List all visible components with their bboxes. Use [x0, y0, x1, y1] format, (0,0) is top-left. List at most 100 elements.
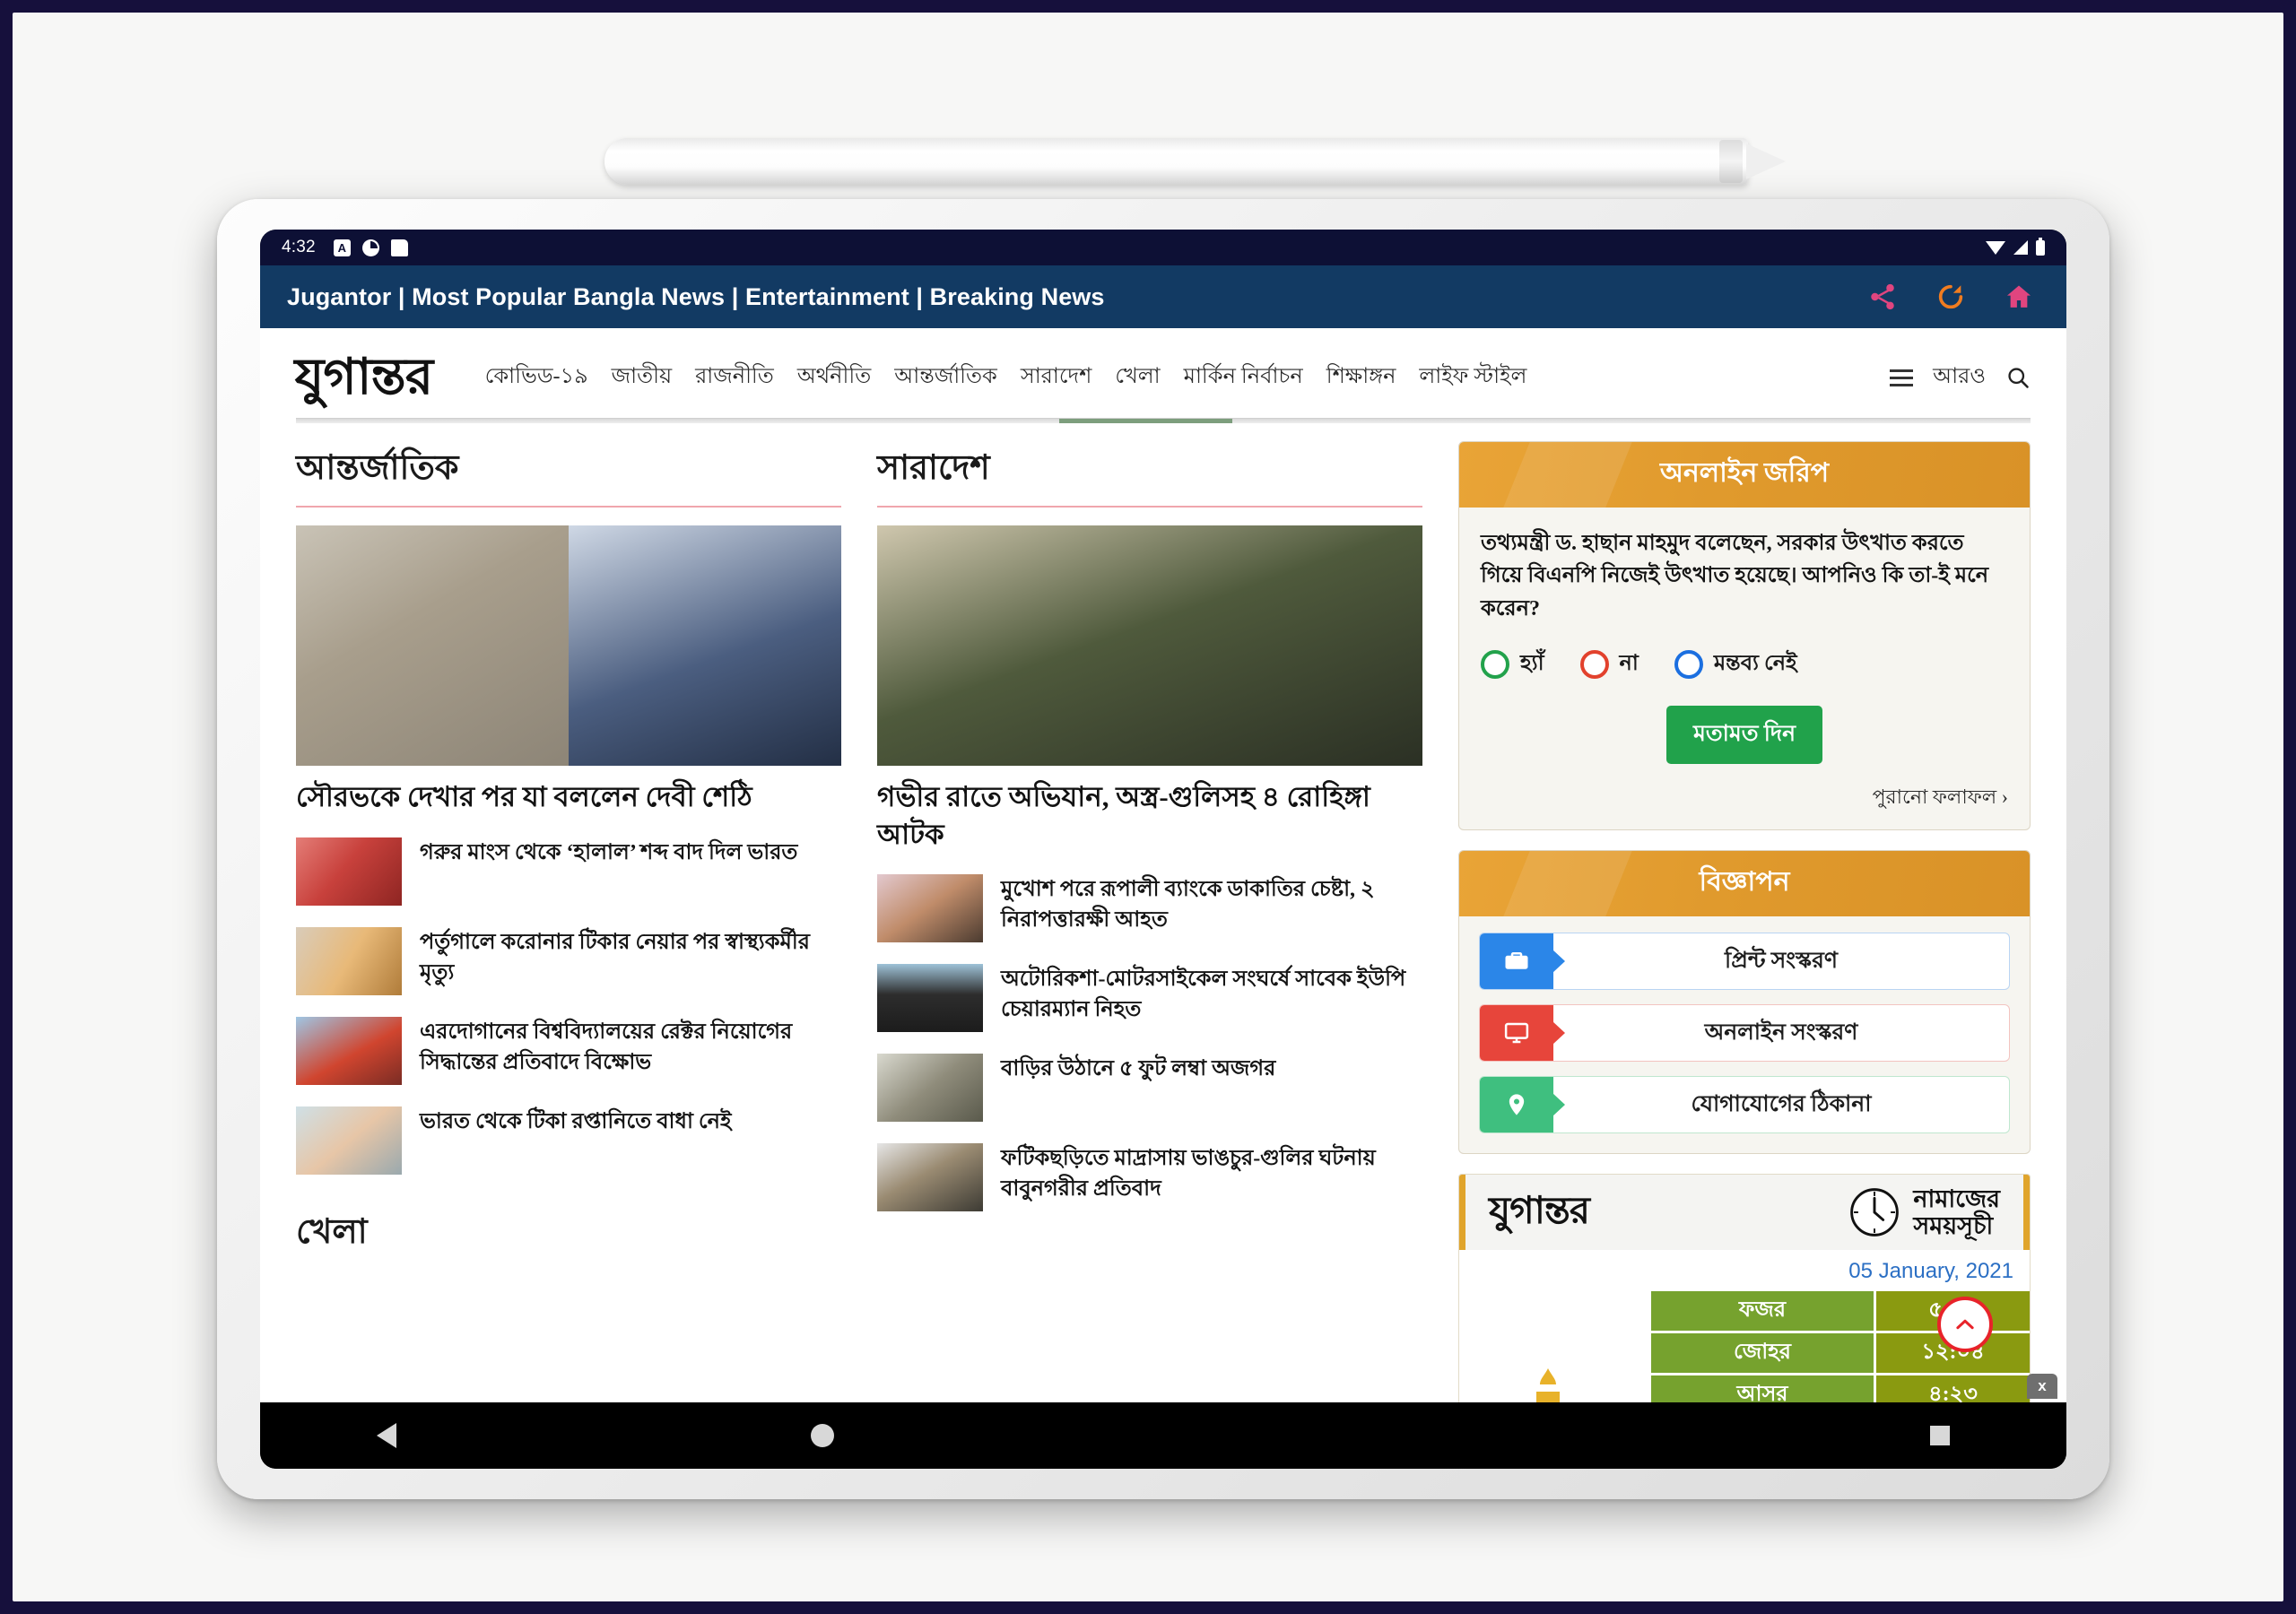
poll-option-label: হ্যাঁ [1520, 652, 1544, 676]
lead-photo-right [569, 525, 841, 766]
site-logo[interactable]: যুগান্তর [294, 352, 433, 403]
story-item[interactable]: ফটিকছড়িতে মাদ্রাসায় ভাঙচুর-গুলির ঘটনায… [877, 1143, 1422, 1212]
ad-row-online-edition[interactable]: অনলাইন সংস্করণ [1479, 1004, 2010, 1063]
section-rule [877, 506, 1422, 508]
nav-item-economy[interactable]: অর্থনীতি [797, 360, 871, 395]
home-icon[interactable] [2004, 282, 2034, 312]
nav-item-country[interactable]: সারাদেশ [1021, 360, 1091, 395]
ad-label: প্রিন্ট সংস্করণ [1725, 948, 1838, 973]
refresh-icon[interactable] [1935, 282, 1966, 312]
ad-row-contact-address[interactable]: যোগাযোগের ঠিকানা [1479, 1076, 2010, 1134]
tablet-bezel: 4:32 A Jugantor | Most Popular Bangla Ne… [260, 230, 2066, 1469]
lead-image-country[interactable] [877, 525, 1422, 766]
poll-old-results-link[interactable]: পুরানো ফলাফল › [1481, 782, 2008, 815]
search-icon[interactable] [2005, 365, 2031, 390]
android-nav-bar [260, 1402, 2066, 1469]
share-icon[interactable] [1867, 282, 1898, 312]
lead-headline-international[interactable]: সৌরভকে দেখার পর যা বললেন দেবী শেঠি [296, 778, 841, 816]
monitor-icon [1480, 1005, 1553, 1062]
prayer-title-line2: সময়সূচী [1913, 1212, 1994, 1240]
lead-image-international[interactable] [296, 525, 841, 766]
tablet-device: 4:32 A Jugantor | Most Popular Bangla Ne… [217, 199, 2109, 1499]
recents-icon[interactable] [1930, 1426, 1950, 1445]
story-headline[interactable]: ফটিকছড়িতে মাদ্রাসায় ভাঙচুর-গুলির ঘটনায… [1001, 1143, 1422, 1204]
story-headline[interactable]: পর্তুগালে করোনার টিকার নেয়ার পর স্বাস্থ… [420, 927, 841, 988]
poll-option-no-comment[interactable]: মন্তব্য নেই [1674, 646, 1797, 682]
prayer-title: নামাজের সময়সূচী [1913, 1185, 2000, 1239]
story-item[interactable]: পর্তুগালে করোনার টিকার নেয়ার পর স্বাস্থ… [296, 926, 841, 995]
prayer-date: 05 January, 2021 [1848, 1259, 2013, 1284]
story-thumbnail [877, 874, 983, 943]
ad-label: যোগাযোগের ঠিকানা [1691, 1091, 1872, 1116]
story-thumbnail [877, 964, 983, 1033]
prayer-name: জোহর [1651, 1333, 1874, 1374]
nav-item-national[interactable]: জাতীয় [612, 360, 672, 395]
nav-item-lifestyle[interactable]: লাইফ স্টাইল [1419, 360, 1526, 395]
story-headline[interactable]: মুখোশ পরে রূপালী ব্যাংকে ডাকাতির চেষ্টা,… [1001, 874, 1422, 935]
site-header: যুগান্তর কোভিড-১৯ জাতীয় রাজনীতি অর্থনীত… [260, 328, 2066, 414]
poll-submit-button[interactable]: মতামত দিন [1666, 706, 1822, 765]
download-progress-icon [361, 239, 379, 256]
nav-item-covid[interactable]: কোভিড-১৯ [485, 360, 588, 395]
radio-no-comment[interactable] [1674, 650, 1703, 680]
stylus-pen [604, 138, 1786, 185]
story-item[interactable]: বাড়ির উঠানে ৫ ফুট লম্বা অজগর [877, 1054, 1422, 1123]
nav-right-controls: আরও [1890, 360, 2036, 395]
briefcase-icon [1480, 933, 1553, 990]
poll-options: হ্যাঁ না মন্তব্য নেই [1481, 646, 2008, 682]
nav-item-us-election[interactable]: মার্কিন নির্বাচন [1184, 360, 1303, 395]
nav-item-international[interactable]: আন্তর্জাতিক [894, 360, 997, 395]
stylus-band [1719, 140, 1743, 183]
wifi-icon [1986, 240, 2005, 255]
story-headline[interactable]: অটোরিকশা-মোটরসাইকেল সংঘর্ষে সাবেক ইউপি চ… [1001, 964, 1422, 1025]
story-item[interactable]: মুখোশ পরে রূপালী ব্যাংকে ডাকাতির চেষ্টা,… [877, 874, 1422, 943]
radio-yes[interactable] [1481, 650, 1509, 680]
poster-background: 4:32 A Jugantor | Most Popular Bangla Ne… [0, 0, 2296, 1614]
prayer-time: ৪:২৩ [1875, 1375, 2030, 1402]
prayer-title-line1: নামাজের [1913, 1185, 2000, 1213]
story-thumbnail [296, 837, 402, 906]
poll-option-no[interactable]: না [1579, 646, 1639, 682]
status-system-icons [1986, 237, 2045, 256]
location-pin-icon [1480, 1077, 1553, 1133]
clock-icon [1850, 1188, 1900, 1237]
poll-option-label: মন্তব্য নেই [1713, 652, 1797, 676]
table-row: আসর ৪:২৩ [1651, 1375, 2030, 1402]
poll-option-label: না [1619, 652, 1639, 676]
nav-item-sports[interactable]: খেলা [1115, 360, 1160, 395]
prayer-name: আসর [1651, 1375, 1874, 1402]
story-item[interactable]: গরুর মাংস থেকে ‘হালাল’ শব্দ বাদ দিল ভারত [296, 837, 841, 906]
radio-no[interactable] [1579, 650, 1609, 680]
story-headline[interactable]: ভারত থেকে টিকা রপ্তানিতে বাধা নেই [420, 1106, 731, 1137]
more-menu-label[interactable]: আরও [1933, 360, 1986, 395]
story-item[interactable]: অটোরিকশা-মোটরসাইকেল সংঘর্ষে সাবেক ইউপি চ… [877, 964, 1422, 1033]
scroll-to-top-button[interactable] [1937, 1297, 1993, 1352]
battery-icon [2036, 237, 2045, 256]
story-thumbnail [877, 1143, 983, 1212]
nav-item-politics[interactable]: রাজনীতি [695, 360, 774, 395]
header-divider [296, 418, 2031, 423]
story-item[interactable]: ভারত থেকে টিকা রপ্তানিতে বাধা নেই [296, 1106, 841, 1175]
android-status-bar: 4:32 A [260, 230, 2066, 265]
status-notification-icons: A [333, 239, 408, 256]
column-international: আন্তর্জাতিক সৌরভকে দেখার পর যা বললেন দেব… [296, 441, 841, 1402]
ad-row-print-edition[interactable]: প্রিন্ট সংস্করণ [1479, 933, 2010, 991]
prayer-site-logo: যুগান্তর [1489, 1190, 1590, 1232]
hamburger-menu-icon[interactable] [1890, 369, 1914, 386]
poll-body: তথ্যমন্ত্রী ড. হাছান মাহমুদ বলেছেন, সরকা… [1459, 508, 2030, 829]
story-item[interactable]: এরদোগানের বিশ্ববিদ্যালয়ের রেক্টর নিয়োগ… [296, 1016, 841, 1085]
nav-item-education[interactable]: শিক্ষাঙ্গন [1326, 360, 1396, 395]
poll-option-yes[interactable]: হ্যাঁ [1481, 646, 1544, 682]
story-thumbnail [877, 1054, 983, 1123]
story-headline[interactable]: গরুর মাংস থেকে ‘হালাল’ শব্দ বাদ দিল ভারত [420, 837, 797, 868]
story-headline[interactable]: এরদোগানের বিশ্ববিদ্যালয়ের রেক্টর নিয়োগ… [420, 1017, 841, 1078]
lead-headline-country[interactable]: গভীর রাতে অভিযান, অস্ত্র-গুলিসহ ৪ রোহিঙ্… [877, 778, 1422, 853]
close-ad-button[interactable]: x [2027, 1374, 2057, 1399]
home-icon[interactable] [811, 1424, 834, 1447]
online-poll-card: অনলাইন জরিপ তথ্যমন্ত্রী ড. হাছান মাহমুদ … [1458, 441, 2031, 831]
back-icon[interactable] [377, 1423, 396, 1448]
poll-title: অনলাইন জরিপ [1459, 442, 2030, 508]
chevron-up-icon [1956, 1319, 1974, 1330]
story-headline[interactable]: বাড়ির উঠানে ৫ ফুট লম্বা অজগর [1001, 1054, 1275, 1084]
ads-title: বিজ্ঞাপন [1459, 851, 2030, 917]
